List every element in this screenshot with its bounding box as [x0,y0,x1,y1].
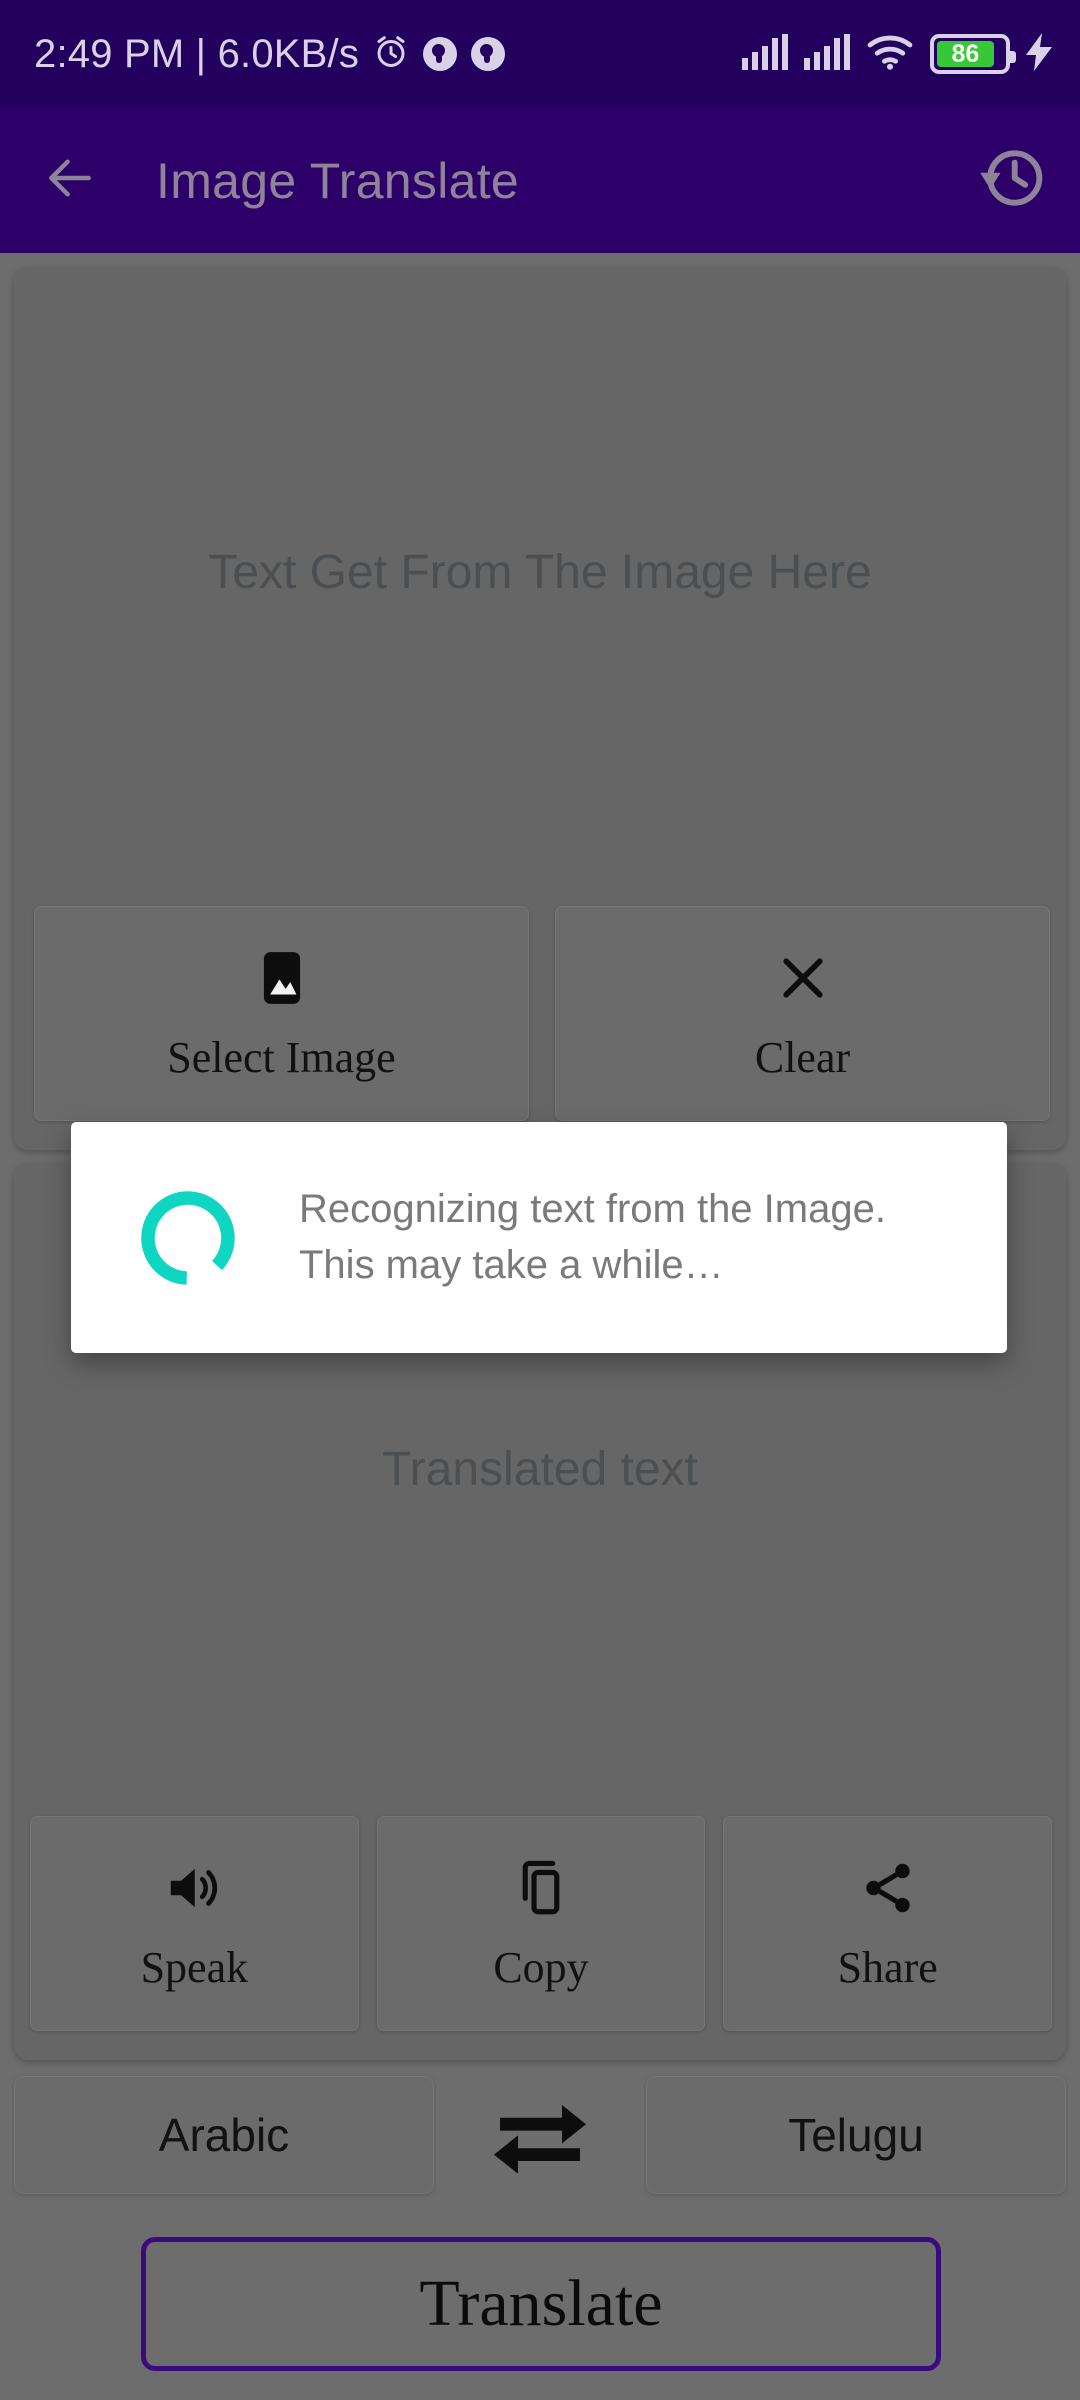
battery-fill: 86 [937,41,994,67]
select-image-label: Select Image [167,1033,396,1082]
loading-dialog-message: Recognizing text from the Image. This ma… [299,1187,886,1287]
battery-percent-label: 86 [951,39,980,68]
translated-text-placeholder[interactable]: Translated text [0,1442,1080,1497]
battery-indicator: 86 [930,34,1016,74]
swap-languages-button[interactable] [470,2076,610,2194]
target-language-button[interactable]: Telugu [646,2076,1066,2194]
volume-speaker-icon [163,1857,225,1924]
share-button[interactable]: Share [723,1816,1053,2031]
language-selector-row: Arabic Telugu [14,2070,1066,2200]
copy-duplicate-icon [510,1857,572,1924]
back-arrow-icon[interactable] [42,150,98,211]
phone-screen: 2:49 PM | 6.0KB/s 86 Image Translate Tex… [0,0,1080,2400]
source-text-placeholder[interactable]: Text Get From The Image Here [0,545,1080,600]
speak-button[interactable]: Speak [30,1816,359,2031]
cellular-signal-icon [804,33,850,75]
speak-label: Speak [140,1943,249,1992]
wifi-icon [866,34,914,75]
image-picture-icon [251,947,313,1014]
clear-label: Clear [754,1033,851,1082]
copy-label: Copy [493,1943,589,1992]
copy-button[interactable]: Copy [376,1816,706,2031]
loading-dialog: Recognizing text from the Image. This ma… [71,1122,1007,1353]
cellular-signal-icon [742,33,788,75]
translate-button[interactable]: Translate [141,2237,941,2371]
app-bar: Image Translate [0,108,1080,253]
loading-spinner-icon [133,1183,243,1293]
status-bar-left: 2:49 PM | 6.0KB/s [34,31,506,77]
app-notification-icon [423,37,458,71]
source-language-button[interactable]: Arabic [14,2076,434,2194]
alarm-clock-icon [373,34,409,75]
source-action-row: Select Image Clear [34,906,1050,1121]
clear-button[interactable]: Clear [555,906,1050,1121]
share-nodes-icon [857,1857,919,1924]
history-clock-icon[interactable] [974,141,1048,220]
select-image-button[interactable]: Select Image [34,906,529,1121]
target-language-label: Telugu [788,2109,924,2161]
share-label: Share [837,1943,938,1992]
status-bar-right: 86 [742,32,1052,76]
status-bar: 2:49 PM | 6.0KB/s 86 [0,0,1080,108]
app-notification-icon [471,37,506,71]
source-language-label: Arabic [158,2109,290,2161]
close-x-icon [772,947,834,1014]
page-title: Image Translate [156,152,520,209]
status-clock-and-network: 2:49 PM | 6.0KB/s [34,31,360,76]
charging-bolt-icon [1026,32,1052,76]
target-action-row: Speak Copy Share [30,1816,1053,2031]
translate-button-label: Translate [419,2267,663,2340]
swap-arrows-icon [488,2093,592,2178]
